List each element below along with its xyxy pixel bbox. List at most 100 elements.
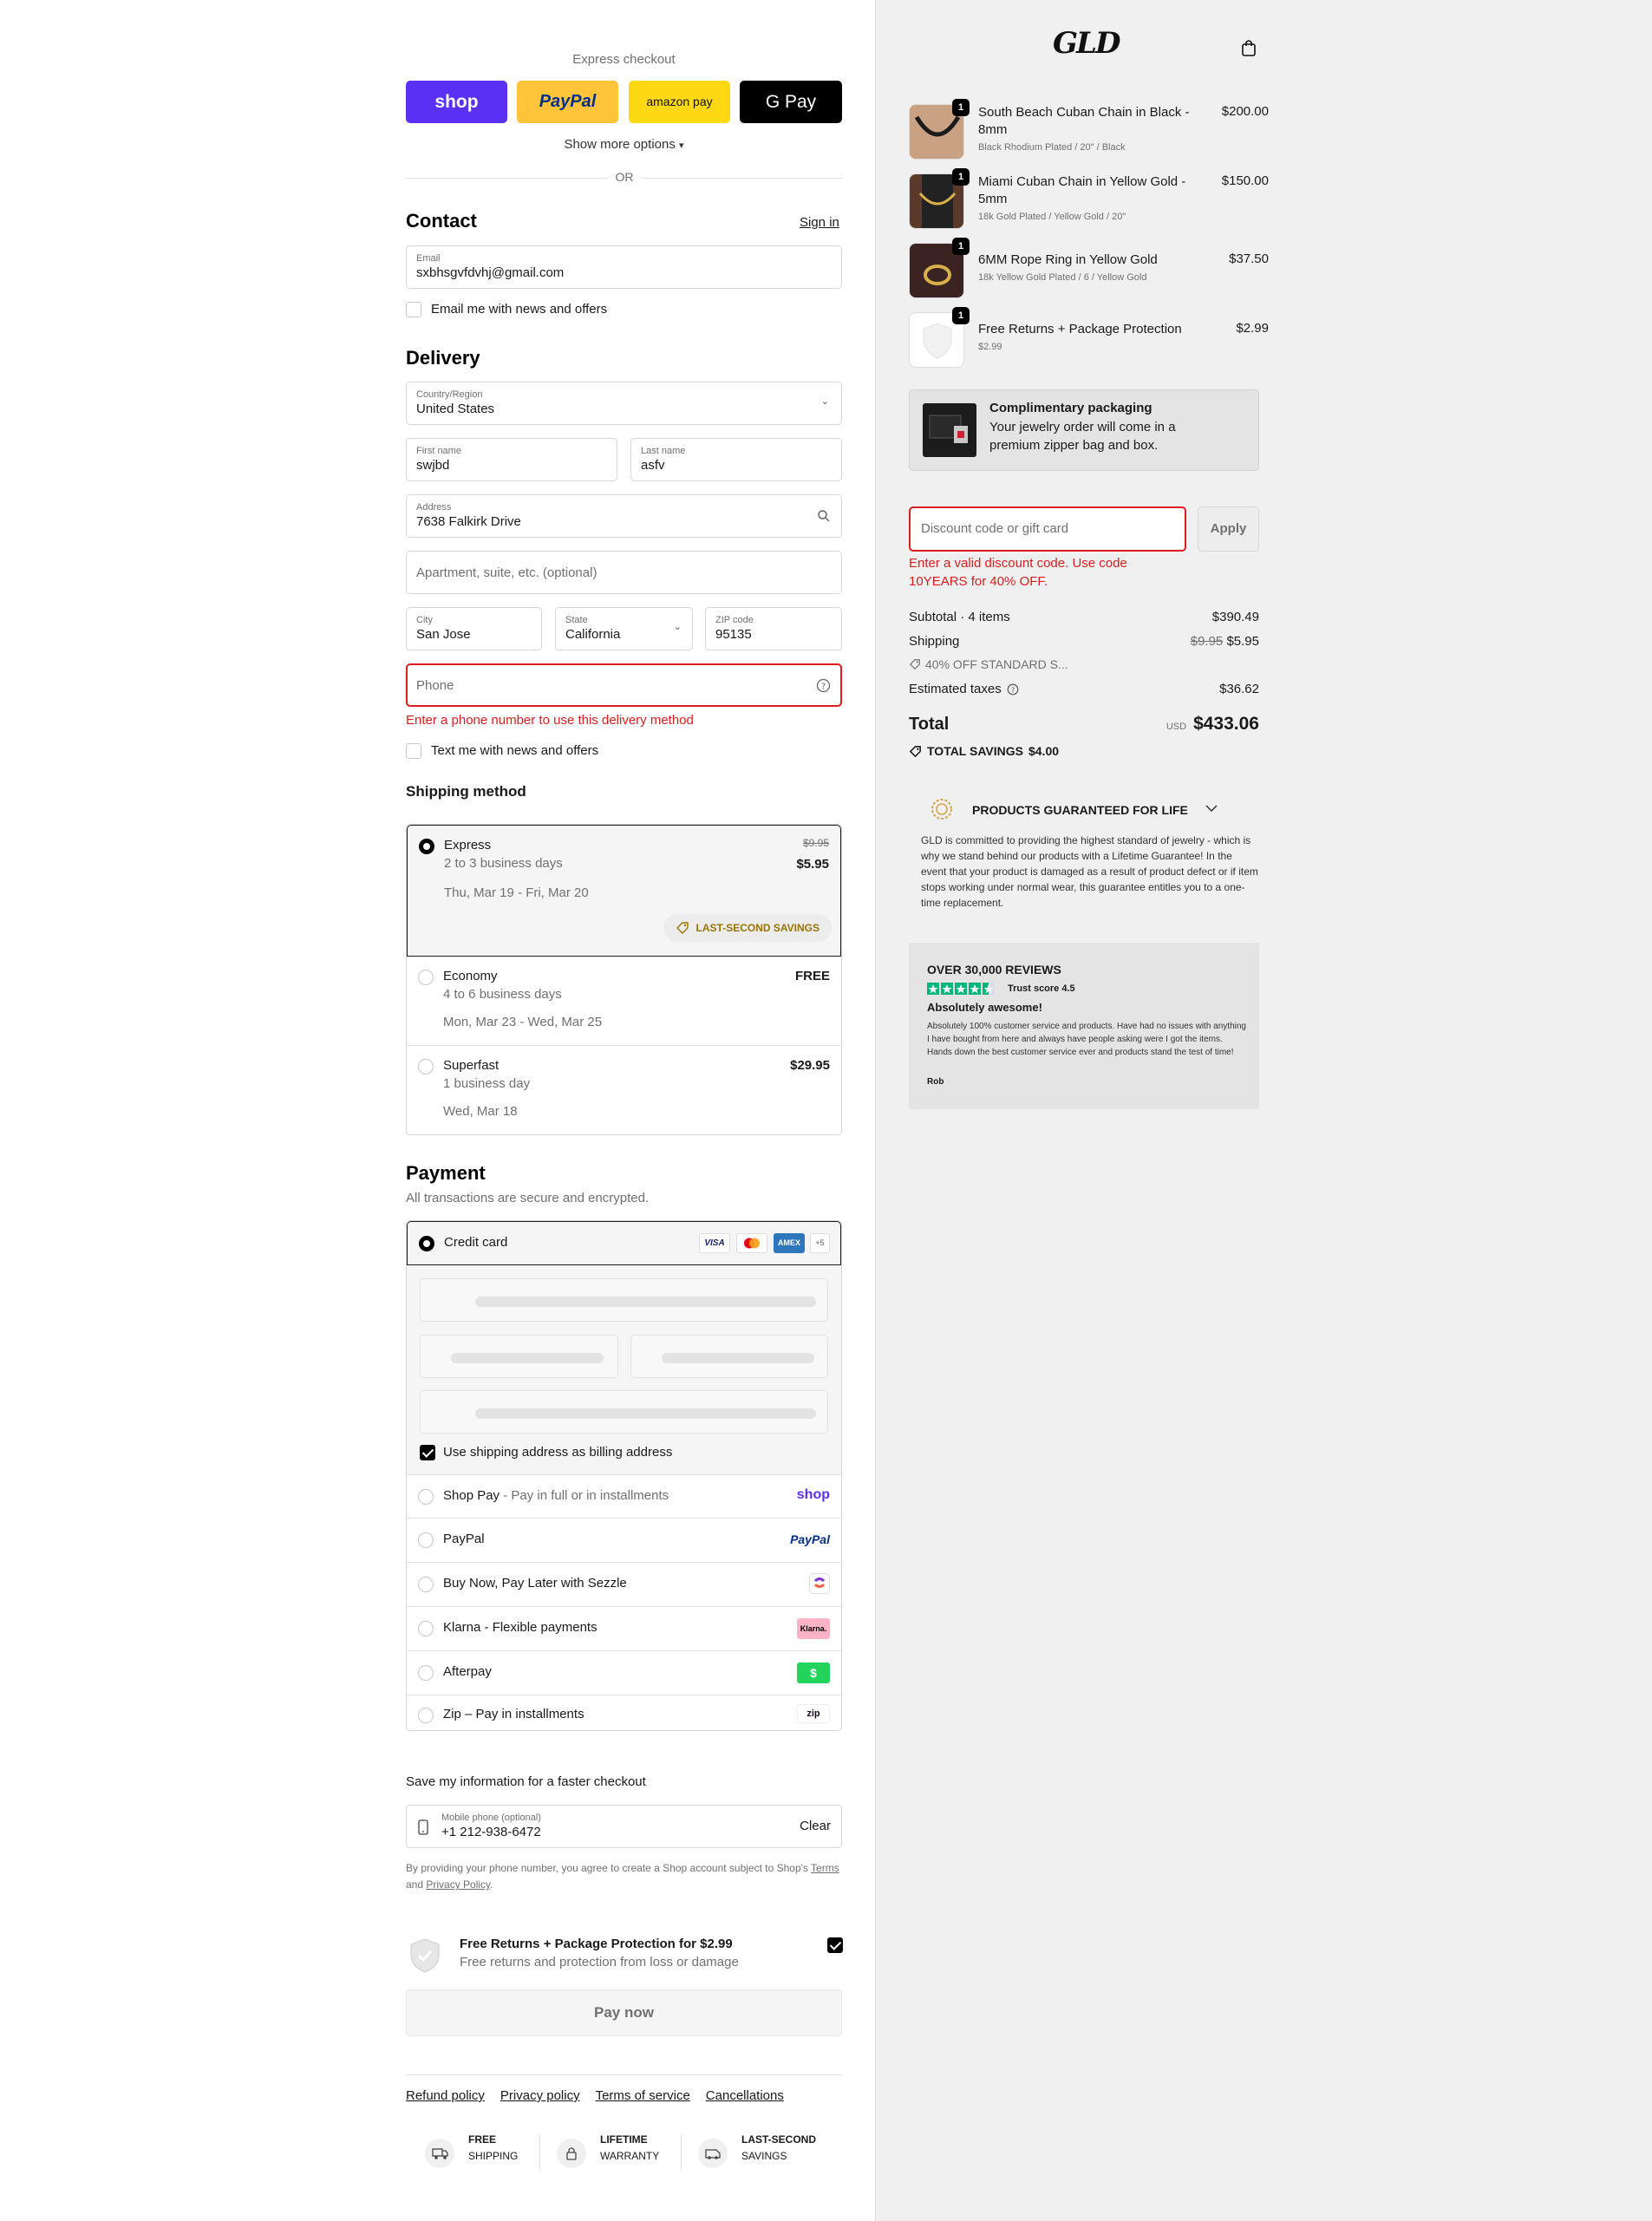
superfast-radio[interactable]	[418, 1059, 434, 1075]
svg-text:?: ?	[821, 683, 826, 692]
guarantee-title: PRODUCTS GUARANTEED FOR LIFE	[972, 803, 1188, 817]
afterpay-radio[interactable]	[418, 1665, 434, 1681]
state-select[interactable]: State California ⌄	[555, 607, 693, 650]
item-variant: 18k Gold Plated / Yellow Gold / 20"	[978, 212, 1126, 222]
cancellations-link[interactable]: Cancellations	[706, 2088, 784, 2103]
van-icon	[698, 2139, 728, 2168]
text-news-checkbox[interactable]	[406, 743, 421, 759]
savings-label: TOTAL SAVINGS	[927, 744, 1023, 758]
protection-subtitle: Free returns and protection from loss or…	[460, 1955, 739, 1970]
shipping-option-superfast[interactable]: Superfast 1 business day Wed, Mar 18 $29…	[407, 1046, 841, 1134]
amex-label: AMEX	[777, 1238, 800, 1247]
item-name: 6MM Rope Ring in Yellow Gold	[978, 252, 1158, 267]
paypal-radio[interactable]	[418, 1532, 434, 1548]
item-name: Miami Cuban Chain in Yellow Gold - 5mm	[978, 174, 1186, 206]
phone-placeholder: Phone	[416, 678, 454, 693]
payment-klarna[interactable]: Klarna - Flexible payments Klarna.	[407, 1607, 841, 1651]
phone-icon	[418, 1819, 428, 1835]
perk-2-line1: LIFETIME	[600, 2133, 648, 2146]
country-select[interactable]: Country/Region United States ⌄	[406, 382, 842, 425]
discount-tag-label: 40% OFF STANDARD S...	[925, 657, 1068, 671]
protection-checkbox[interactable]	[827, 1937, 843, 1953]
perk-1-line1: FREE	[468, 2133, 497, 2146]
visa-icon: VISA	[699, 1233, 730, 1253]
line-item: 1 6MM Rope Ring in Yellow Gold 18k Yello…	[909, 238, 1269, 302]
shipping-option-economy[interactable]: Economy 4 to 6 business days Mon, Mar 23…	[407, 957, 841, 1046]
amazon-pay-button[interactable]: amazon pay	[629, 81, 730, 123]
phone-field[interactable]: Phone ?	[406, 663, 842, 707]
email-news-checkbox[interactable]	[406, 302, 421, 317]
klarna-radio[interactable]	[418, 1621, 434, 1636]
privacy-policy-link[interactable]: Privacy policy	[500, 2088, 580, 2103]
zip-radio[interactable]	[418, 1708, 434, 1723]
apartment-field[interactable]: Apartment, suite, etc. (optional)	[406, 551, 842, 594]
savings-value: $4.00	[1028, 744, 1060, 758]
google-pay-logo: G Pay	[765, 92, 817, 112]
tag-icon	[676, 922, 689, 934]
help-icon[interactable]: ?	[816, 678, 831, 693]
express-radio[interactable]	[419, 839, 434, 854]
card-expiry-skeleton[interactable]	[420, 1335, 618, 1378]
clear-button[interactable]: Clear	[800, 1819, 831, 1833]
superfast-price: $29.95	[790, 1058, 830, 1073]
credit-card-label: Credit card	[444, 1235, 508, 1250]
brand-logo[interactable]: GLD	[1053, 26, 1120, 61]
terms-of-service-link[interactable]: Terms of service	[596, 2088, 690, 2103]
email-label: Email	[416, 253, 441, 264]
last-name-field[interactable]: Last name asfv	[630, 438, 842, 481]
economy-radio[interactable]	[418, 970, 434, 985]
address-field[interactable]: Address 7638 Falkirk Drive	[406, 494, 842, 538]
packaging-image	[923, 403, 976, 457]
shop-pay-sub: - Pay in full or in installments	[500, 1488, 669, 1503]
payment-credit-card[interactable]: Credit card VISA AMEX +5	[407, 1221, 841, 1265]
pay-now-button[interactable]: Pay now	[406, 1989, 842, 2036]
help-icon[interactable]: ?	[1007, 683, 1019, 696]
payment-paypal[interactable]: PayPal PayPal	[407, 1519, 841, 1563]
taxes-value: $36.62	[1219, 682, 1259, 696]
google-pay-button[interactable]: G Pay	[740, 81, 842, 123]
show-more-options[interactable]: Show more options ▾	[406, 137, 842, 152]
credit-card-radio[interactable]	[419, 1236, 434, 1251]
shop-pay-radio[interactable]	[418, 1489, 434, 1505]
paypal-label: PayPal	[443, 1532, 485, 1546]
amazon-pay-logo: amazon pay	[646, 95, 713, 108]
payment-afterpay[interactable]: Afterpay $	[407, 1651, 841, 1695]
terms-link[interactable]: Terms	[811, 1862, 839, 1874]
shopping-bag-icon[interactable]	[1240, 38, 1257, 57]
privacy-link[interactable]: Privacy Policy	[426, 1878, 490, 1891]
first-name-field[interactable]: First name swjbd	[406, 438, 617, 481]
more-cards-badge: +5	[810, 1233, 830, 1253]
first-name-value: swjbd	[416, 458, 450, 473]
email-field[interactable]: Email sxbhsgvfdvhj@gmail.com	[406, 245, 842, 289]
shop-pay-button[interactable]: shop	[406, 81, 507, 123]
card-number-skeleton[interactable]	[420, 1278, 828, 1322]
payment-zip[interactable]: Zip – Pay in installments zip	[407, 1695, 841, 1730]
payment-sezzle[interactable]: Buy Now, Pay Later with Sezzle	[407, 1563, 841, 1607]
subtotal-value: $390.49	[1211, 610, 1259, 624]
shop-logo: shop	[434, 92, 479, 112]
mobile-phone-field[interactable]: Mobile phone (optional) +1 212-938-6472 …	[406, 1805, 842, 1848]
billing-checkbox[interactable]	[420, 1445, 435, 1460]
sezzle-radio[interactable]	[418, 1577, 434, 1592]
taxes-label: Estimated taxes	[909, 682, 1002, 696]
discount-input[interactable]: Discount code or gift card	[909, 506, 1186, 552]
trustpilot-stars-icon	[927, 983, 995, 995]
payment-shop-pay[interactable]: Shop Pay - Pay in full or in installment…	[407, 1475, 841, 1519]
economy-name: Economy	[443, 969, 498, 983]
country-label: Country/Region	[416, 389, 483, 400]
sign-in-link[interactable]: Sign in	[800, 215, 839, 230]
card-cvv-skeleton[interactable]	[630, 1335, 828, 1378]
city-label: City	[416, 615, 433, 625]
legal-dot: .	[490, 1878, 493, 1891]
refund-policy-link[interactable]: Refund policy	[406, 2088, 485, 2103]
zip-field[interactable]: ZIP code 95135	[705, 607, 842, 650]
city-field[interactable]: City San Jose	[406, 607, 542, 650]
guarantee-text: GLD is committed to providing the highes…	[921, 834, 1258, 909]
card-name-skeleton[interactable]	[420, 1390, 828, 1434]
discount-error: Enter a valid discount code. Use code 10…	[909, 556, 1127, 589]
last-name-value: asfv	[641, 458, 665, 473]
guarantee-header[interactable]: PRODUCTS GUARANTEED FOR LIFE	[924, 796, 1263, 826]
paypal-button[interactable]: PayPal	[517, 81, 618, 123]
shipping-option-express[interactable]: Express 2 to 3 business days Thu, Mar 19…	[407, 825, 841, 957]
apply-button[interactable]: Apply	[1198, 506, 1259, 552]
